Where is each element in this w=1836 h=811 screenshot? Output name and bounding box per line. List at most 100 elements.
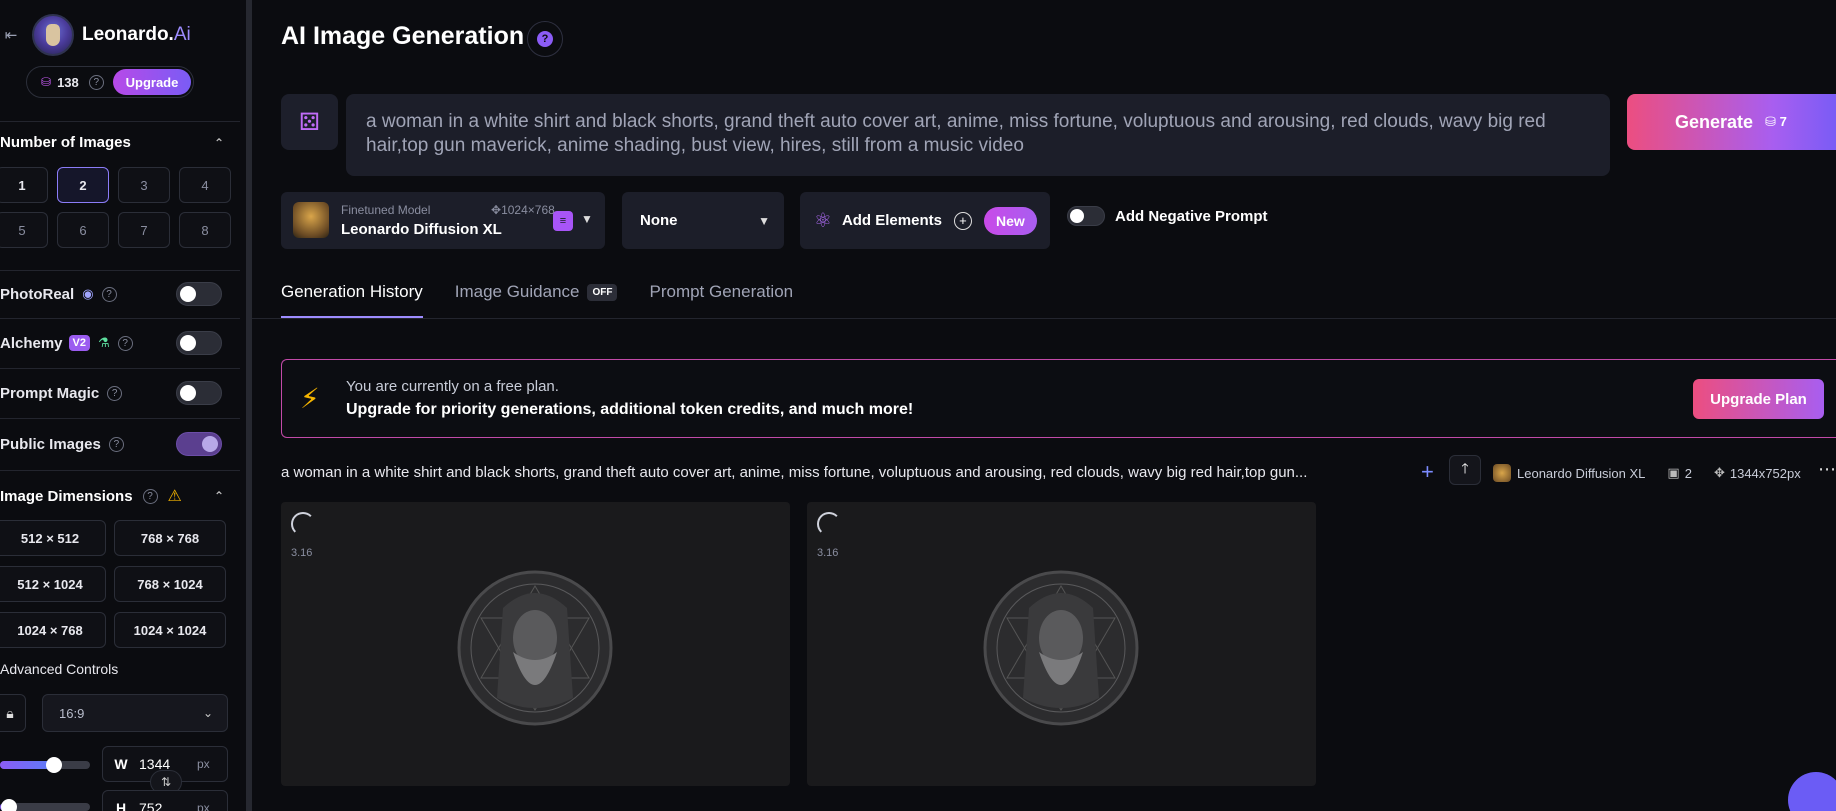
generation-count: 2 — [1684, 465, 1692, 481]
atom-icon: ⚛ — [814, 210, 832, 232]
model-name: Leonardo Diffusion XL — [341, 221, 502, 238]
photoreal-help-icon[interactable]: ? — [101, 286, 117, 302]
tab-generation-history[interactable]: Generation History — [281, 282, 423, 318]
upgrade-plan-button[interactable]: Upgrade Plan — [1693, 379, 1824, 419]
model-dims: ✥1024×768 — [491, 203, 555, 217]
aspect-ratio-select[interactable]: 16:9 ⌄ — [42, 694, 228, 732]
image-dimensions-help-icon[interactable]: ? — [142, 488, 158, 504]
generate-cost: ⛁ 7 — [1765, 114, 1787, 129]
alchemy-help-icon[interactable]: ? — [117, 335, 133, 351]
public-images-help-icon[interactable]: ? — [108, 436, 124, 452]
collapse-sidebar-icon[interactable]: ⇤ — [0, 26, 22, 44]
plus-circle-icon: + — [953, 211, 972, 230]
photoreal-label: PhotoReal — [0, 285, 75, 303]
image-count-option-4[interactable]: 4 — [179, 167, 231, 203]
swap-icon: ⇅ — [160, 775, 172, 789]
image-card[interactable]: 3.16 — [807, 502, 1316, 786]
chevron-down-icon: ⌄ — [202, 706, 213, 720]
caret-down-icon[interactable]: ▼ — [581, 212, 593, 226]
camera-icon: ◉ — [82, 286, 94, 301]
upgrade-button[interactable]: Upgrade — [113, 69, 191, 95]
off-badge: OFF — [587, 284, 618, 301]
dimension-option[interactable]: 1024 × 768 — [0, 612, 106, 648]
image-count-option-3[interactable]: 3 — [118, 167, 170, 203]
tab-prompt-generation[interactable]: Prompt Generation — [649, 282, 793, 318]
width-slider-thumb[interactable] — [46, 757, 62, 773]
generation-model: Leonardo Diffusion XL — [1517, 465, 1646, 481]
image-count-option-8[interactable]: 8 — [179, 212, 231, 248]
width-slider[interactable] — [0, 757, 90, 773]
image-count-option-1[interactable]: 1 — [0, 167, 48, 203]
token-help-icon[interactable]: ? — [88, 74, 104, 90]
reuse-prompt-button[interactable]: 🡑 — [1449, 455, 1481, 485]
negative-prompt-toggle[interactable] — [1067, 206, 1105, 226]
leonardo-emblem-icon — [983, 570, 1139, 726]
token-balance: ⛁ 138 ? Upgrade — [26, 66, 194, 98]
dimension-option[interactable]: 512 × 1024 — [0, 566, 106, 602]
public-images-toggle[interactable] — [176, 432, 222, 456]
divider — [0, 270, 240, 271]
number-of-images-title: Number of Images — [0, 134, 131, 151]
page-help-button[interactable]: ? — [527, 21, 563, 57]
model-select[interactable]: Finetuned Model ✥1024×768 Leonardo Diffu… — [281, 192, 605, 249]
dimension-option[interactable]: 768 × 1024 — [114, 566, 226, 602]
image-card[interactable]: 3.16 — [281, 502, 790, 786]
image-dimensions-grid: 512 × 512 768 × 768 512 × 1024 768 × 1024 10… — [0, 520, 226, 648]
number-of-images-header[interactable]: Number of Images ⌃ — [0, 134, 240, 151]
dimension-option[interactable]: 768 × 768 — [114, 520, 226, 556]
generation-size: 1344x752px — [1729, 465, 1801, 481]
divider — [0, 318, 240, 319]
brand-name-suffix: Ai — [173, 24, 191, 45]
image-count-option-7[interactable]: 7 — [118, 212, 170, 248]
plus-icon[interactable]: + — [1421, 461, 1434, 483]
banner-line-1: You are currently on a free plan. — [346, 378, 559, 395]
height-field[interactable]: H 752 px — [102, 790, 228, 811]
generate-label: Generate — [1675, 111, 1754, 132]
public-images-row: Public Images ? — [0, 430, 240, 458]
width-key: W — [114, 756, 128, 772]
alchemy-row: Alchemy V2 ⚗ ? — [0, 329, 240, 357]
alchemy-toggle[interactable] — [176, 331, 222, 355]
images-icon: ▣ — [1667, 465, 1680, 480]
warning-icon: ⚠ — [167, 488, 182, 505]
aspect-ratio-value: 16:9 — [59, 705, 85, 721]
image-count-option-6[interactable]: 6 — [57, 212, 109, 248]
more-options-icon[interactable]: ⋯ — [1818, 459, 1836, 480]
model-details-icon[interactable]: ≡ — [553, 211, 573, 231]
add-elements-button[interactable]: ⚛ Add Elements + New — [800, 192, 1050, 249]
tab-image-guidance[interactable]: Image Guidance OFF — [455, 282, 618, 318]
alchemy-version-badge: V2 — [68, 335, 90, 351]
dimension-option[interactable]: 1024 × 1024 — [114, 612, 226, 648]
lock-aspect-button[interactable]: 🔒︎ — [0, 694, 26, 732]
prompt-magic-row: Prompt Magic ? — [0, 379, 240, 407]
tab-bar: Generation History Image Guidance OFF Pro… — [281, 282, 825, 318]
model-thumbnail — [1493, 464, 1511, 482]
advanced-controls-label[interactable]: Advanced Controls — [0, 661, 118, 677]
sidebar: ⇤ Leonardo.Ai ⛁ 138 ? Upgrade Number of … — [0, 0, 247, 811]
random-prompt-button[interactable]: ⚄ — [281, 94, 338, 150]
chat-support-button[interactable] — [1788, 772, 1836, 811]
divider — [0, 470, 240, 471]
image-count-option-5[interactable]: 5 — [0, 212, 48, 248]
dimension-option[interactable]: 512 × 512 — [0, 520, 106, 556]
image-dimensions-header[interactable]: Image Dimensions ? ⚠ ⌃ — [0, 486, 240, 506]
style-select[interactable]: None ▼ — [622, 192, 784, 249]
prompt-magic-help-icon[interactable]: ? — [107, 385, 123, 401]
generate-button[interactable]: Generate ⛁ 7 — [1627, 94, 1836, 150]
height-slider[interactable] — [0, 799, 90, 811]
height-slider-thumb[interactable] — [1, 799, 17, 811]
prompt-input[interactable]: a woman in a white shirt and black short… — [346, 94, 1610, 176]
prompt-magic-label: Prompt Magic — [0, 384, 100, 402]
negative-prompt-row: Add Negative Prompt — [1067, 206, 1268, 226]
generation-prompt[interactable]: a woman in a white shirt and black short… — [281, 464, 1399, 481]
chevron-up-icon[interactable]: ⌃ — [214, 489, 224, 503]
chevron-up-icon[interactable]: ⌃ — [214, 136, 224, 150]
height-unit: px — [197, 801, 210, 811]
image-count-option-2[interactable]: 2 — [57, 167, 109, 203]
prompt-magic-toggle[interactable] — [176, 381, 222, 405]
divider — [0, 368, 240, 369]
divider — [0, 121, 240, 122]
height-value[interactable]: 752 — [139, 800, 197, 811]
tab-label: Generation History — [281, 282, 423, 301]
photoreal-toggle[interactable] — [176, 282, 222, 306]
